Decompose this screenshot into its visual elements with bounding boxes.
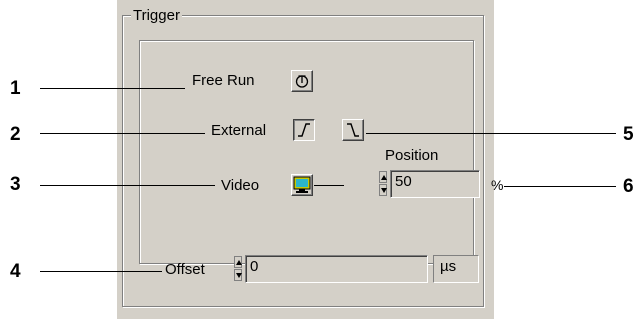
falling-edge-button[interactable] — [342, 119, 364, 141]
position-spinner[interactable] — [379, 171, 387, 197]
position-spin-down[interactable] — [379, 184, 387, 196]
offset-unit: µs — [433, 255, 479, 283]
offset-spin-up[interactable] — [234, 256, 242, 268]
position-spin-up[interactable] — [379, 171, 387, 183]
video-label: Video — [221, 177, 260, 194]
video-to-position-connector — [314, 185, 344, 186]
falling-edge-icon — [347, 123, 359, 137]
callout-2: 2 — [10, 124, 21, 145]
free-run-icon — [295, 75, 309, 88]
offset-input[interactable]: 0 — [245, 255, 428, 283]
callout-line-1 — [40, 88, 185, 89]
callout-line-4 — [40, 271, 162, 272]
position-unit: % — [491, 177, 504, 193]
callout-line-2 — [40, 133, 205, 134]
callout-4: 4 — [10, 261, 21, 282]
rising-edge-button[interactable] — [293, 119, 315, 141]
offset-label: Offset — [165, 261, 205, 278]
offset-spin-down[interactable] — [234, 269, 242, 281]
offset-spinner[interactable] — [234, 256, 242, 282]
trigger-group-title: Trigger — [131, 7, 182, 24]
free-run-label: Free Run — [192, 72, 255, 89]
callout-line-6 — [504, 186, 616, 187]
video-monitor-icon — [293, 176, 311, 193]
callout-6: 6 — [623, 176, 634, 197]
callout-1: 1 — [10, 78, 21, 99]
free-run-button[interactable] — [291, 70, 313, 92]
callout-3: 3 — [10, 174, 21, 195]
callout-line-3 — [40, 185, 215, 186]
rising-edge-icon — [298, 123, 310, 137]
position-input[interactable]: 50 — [390, 170, 480, 198]
external-label: External — [211, 122, 267, 139]
video-button[interactable] — [291, 174, 313, 196]
trigger-panel: Trigger Free Run External Video Position — [117, 0, 503, 319]
callout-5: 5 — [623, 124, 634, 145]
callout-line-5 — [366, 133, 616, 134]
position-label: Position — [385, 147, 439, 164]
